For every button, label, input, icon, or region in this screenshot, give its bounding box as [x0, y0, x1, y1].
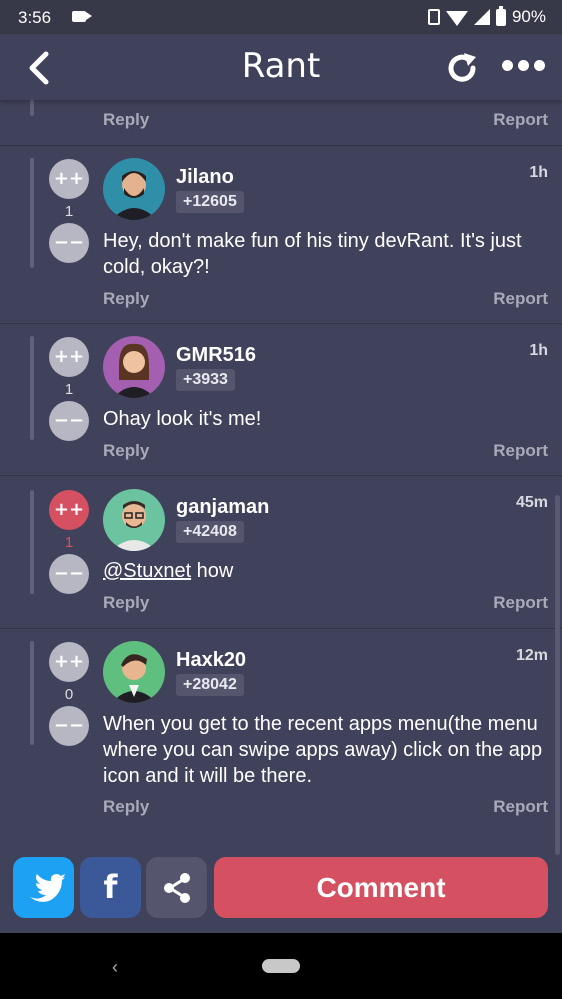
- avatar[interactable]: [103, 336, 165, 398]
- camera-icon: [72, 11, 92, 22]
- vote-score: 1: [64, 381, 74, 398]
- scrollbar[interactable]: [555, 495, 560, 855]
- report-link[interactable]: Report: [493, 797, 548, 817]
- system-nav-bar: ‹: [0, 933, 562, 999]
- battery-percent: 90%: [511, 7, 546, 26]
- downvote-button[interactable]: −−: [49, 401, 89, 441]
- status-icons: 90%: [427, 5, 546, 27]
- comment-body: @Stuxnet how: [103, 558, 543, 584]
- report-link[interactable]: Report: [493, 110, 548, 130]
- thread-rail: [30, 336, 34, 440]
- comment-age: 12m: [515, 647, 548, 664]
- comment-body: When you get to the recent apps menu(the…: [103, 713, 543, 787]
- comment-feed[interactable]: −− Reply Report ++ 1 −− Jilano +12605 1h…: [0, 100, 562, 855]
- reputation-badge: +12605: [176, 191, 244, 213]
- reply-link[interactable]: Reply: [103, 110, 149, 130]
- comment-body: Hey, don't make fun of his tiny devRant.…: [103, 230, 522, 278]
- comment-item: ++ 0 −− Haxk20 +28042 12m When you get t…: [0, 629, 562, 855]
- share-icon: [164, 873, 190, 903]
- status-time: 3:56: [18, 8, 52, 27]
- battery-icon: [495, 5, 506, 26]
- mention-link[interactable]: @Stuxnet: [103, 560, 191, 582]
- reputation-badge: +3933: [176, 369, 235, 391]
- share-button[interactable]: [146, 857, 207, 918]
- reply-link[interactable]: Reply: [103, 797, 149, 817]
- thread-rail: [30, 641, 34, 745]
- facebook-icon: f: [103, 868, 118, 906]
- nav-back-icon[interactable]: ‹: [112, 957, 118, 978]
- vote-score: 0: [64, 686, 74, 703]
- reputation-badge: +42408: [176, 521, 244, 543]
- username[interactable]: GMR516: [176, 344, 256, 367]
- thread-rail: [30, 100, 34, 116]
- vote-score: 1: [64, 203, 74, 220]
- facebook-share-button[interactable]: f: [80, 857, 141, 918]
- downvote-button[interactable]: −−: [49, 706, 89, 746]
- downvote-button[interactable]: −−: [49, 223, 89, 263]
- comment-button[interactable]: Comment: [214, 857, 548, 918]
- thread-rail: [30, 490, 34, 594]
- report-link[interactable]: Report: [493, 441, 548, 461]
- comment-body: Ohay look it's me!: [103, 408, 262, 430]
- wifi-icon: [445, 11, 468, 26]
- username[interactable]: Jilano: [176, 166, 234, 189]
- action-bar: f Comment: [0, 855, 562, 933]
- more-options-icon[interactable]: [502, 60, 546, 74]
- nav-home-pill[interactable]: [262, 959, 300, 973]
- app-header: Rant: [0, 34, 562, 100]
- thread-rail: [30, 158, 34, 268]
- comment-age: 1h: [529, 342, 548, 359]
- vote-score: 1: [64, 534, 74, 551]
- twitter-icon: [30, 874, 65, 902]
- reply-link[interactable]: Reply: [103, 441, 149, 461]
- downvote-button[interactable]: −−: [49, 554, 89, 594]
- comment-age: 45m: [515, 494, 548, 511]
- report-link[interactable]: Report: [493, 289, 548, 309]
- comment-item: ++ 1 −− GMR516 +3933 1h Ohay look it's m…: [0, 324, 562, 476]
- upvote-button[interactable]: ++: [49, 490, 89, 530]
- comment-item-partial: −− Reply Report: [0, 100, 562, 146]
- status-bar: 3:56 90%: [0, 0, 562, 34]
- twitter-share-button[interactable]: [13, 857, 74, 918]
- comment-age: 1h: [529, 164, 548, 181]
- avatar[interactable]: [103, 158, 165, 220]
- upvote-button[interactable]: ++: [49, 159, 89, 199]
- upvote-button[interactable]: ++: [49, 642, 89, 682]
- username[interactable]: Haxk20: [176, 649, 246, 672]
- comment-text: how: [191, 560, 234, 582]
- comment-item: ++ 1 −− ganjaman +42408 45m @Stuxnet how…: [0, 476, 562, 629]
- reply-link[interactable]: Reply: [103, 289, 149, 309]
- reply-link[interactable]: Reply: [103, 593, 149, 613]
- avatar[interactable]: [103, 641, 165, 703]
- avatar[interactable]: [103, 489, 165, 551]
- reputation-badge: +28042: [176, 674, 244, 696]
- comment-item: ++ 1 −− Jilano +12605 1h Hey, don't make…: [0, 146, 562, 324]
- username[interactable]: ganjaman: [176, 496, 269, 519]
- vibrate-icon: [427, 9, 440, 25]
- upvote-button[interactable]: ++: [49, 337, 89, 377]
- signal-icon: [473, 9, 490, 25]
- app-root: 3:56 90% Rant −− Reply Report: [0, 0, 562, 999]
- refresh-icon[interactable]: [444, 50, 480, 86]
- report-link[interactable]: Report: [493, 593, 548, 613]
